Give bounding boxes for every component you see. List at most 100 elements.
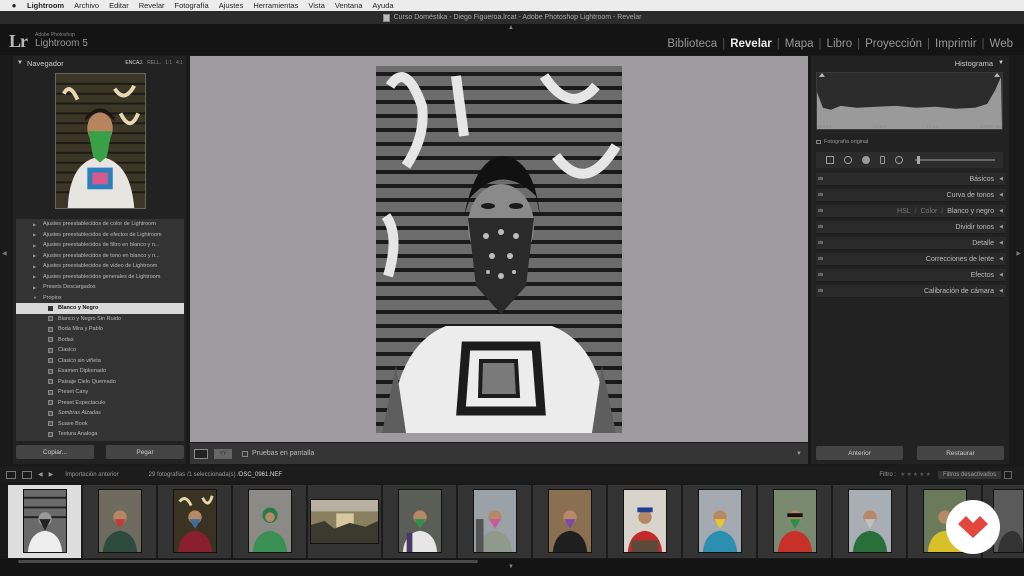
preset-folder[interactable]: ▶ Presets Descargados bbox=[16, 282, 184, 293]
preset-folder[interactable]: ▶ Ajustes preestablecidos de efectos de L… bbox=[16, 230, 184, 241]
thumbnail[interactable] bbox=[398, 489, 442, 553]
toolbar-menu-icon[interactable]: ▼ bbox=[796, 451, 802, 457]
switch-icon[interactable] bbox=[818, 193, 823, 196]
preset-item[interactable]: Clasico sin viñeta bbox=[16, 356, 184, 367]
expand-triangle-icon[interactable]: ▶ bbox=[33, 285, 36, 290]
expand-triangle-icon[interactable]: ▶ bbox=[33, 243, 36, 248]
thumbnail[interactable] bbox=[473, 489, 517, 553]
filmstrip-source[interactable]: Importación anterior bbox=[65, 472, 118, 478]
tab-blanco-y-negro[interactable]: Blanco y negro bbox=[947, 208, 994, 215]
back-arrow-icon[interactable]: ◀ bbox=[38, 471, 43, 478]
tab-color[interactable]: Color bbox=[921, 208, 938, 215]
preset-item[interactable]: Preset Espectaculo bbox=[16, 398, 184, 409]
module-biblioteca[interactable]: Biblioteca bbox=[662, 38, 722, 50]
filmstrip-cell[interactable] bbox=[533, 485, 606, 558]
switch-icon[interactable] bbox=[818, 241, 823, 244]
module-web[interactable]: Web bbox=[985, 38, 1018, 50]
right-panel-toggle-icon[interactable]: ▶ bbox=[1016, 250, 1021, 257]
thumbnail[interactable] bbox=[98, 489, 142, 553]
thumbnail[interactable] bbox=[623, 489, 667, 553]
menu-ayuda[interactable]: Ayuda bbox=[372, 1, 393, 10]
preset-item[interactable]: Examen Diplomado bbox=[16, 366, 184, 377]
switch-icon[interactable] bbox=[818, 273, 823, 276]
preset-folder-open[interactable]: ▼ Propios bbox=[16, 293, 184, 304]
filmstrip-cell[interactable] bbox=[458, 485, 531, 558]
histogram-header[interactable]: Histograma ▼ bbox=[811, 56, 1009, 70]
expand-triangle-icon[interactable]: ▶ bbox=[33, 232, 36, 237]
thumbnail[interactable] bbox=[173, 489, 217, 553]
preset-folder[interactable]: ▶ Ajustes preestablecidos generales de Li… bbox=[16, 272, 184, 283]
section-hsl[interactable]: HSL / Color / Blanco y negro ◀ bbox=[816, 205, 1006, 218]
thumbnail[interactable] bbox=[698, 489, 742, 553]
left-panel-toggle-icon[interactable]: ◀ bbox=[2, 250, 7, 257]
histogram-graph[interactable] bbox=[816, 72, 1003, 130]
navigator-header[interactable]: ▼ Navegador ENCAJ. RELL. 1:1 4:1 bbox=[13, 56, 186, 70]
preset-item[interactable]: Clasico bbox=[16, 345, 184, 356]
red-eye-icon[interactable] bbox=[862, 156, 870, 164]
menu-archivo[interactable]: Archivo bbox=[74, 1, 99, 10]
thumbnail[interactable] bbox=[848, 489, 892, 553]
loupe-view-icon[interactable] bbox=[194, 448, 208, 459]
menu-herramientas[interactable]: Herramientas bbox=[253, 1, 298, 10]
switch-icon[interactable] bbox=[818, 209, 823, 212]
preset-item[interactable]: Suave Book bbox=[16, 419, 184, 430]
expand-triangle-icon[interactable]: ◀ bbox=[999, 192, 1003, 198]
tab-hsl[interactable]: HSL bbox=[897, 208, 911, 215]
preset-item[interactable]: Paisaje Cielo Quemado bbox=[16, 377, 184, 388]
expand-triangle-icon[interactable]: ◀ bbox=[999, 256, 1003, 262]
top-panel-toggle-icon[interactable]: ▲ bbox=[508, 25, 514, 31]
secondary-display-icon[interactable] bbox=[6, 470, 16, 479]
navigator-thumbnail[interactable] bbox=[55, 73, 146, 209]
expand-triangle-icon[interactable]: ◀ bbox=[999, 288, 1003, 294]
menu-ajustes[interactable]: Ajustes bbox=[219, 1, 244, 10]
filmstrip-cell[interactable] bbox=[83, 485, 156, 558]
collapse-triangle-icon[interactable]: ▼ bbox=[998, 60, 1004, 66]
preset-item[interactable]: Preset Cany bbox=[16, 387, 184, 398]
menu-revelar[interactable]: Revelar bbox=[139, 1, 165, 10]
switch-icon[interactable] bbox=[818, 177, 823, 180]
expand-triangle-icon[interactable]: ▶ bbox=[33, 264, 36, 269]
forward-arrow-icon[interactable]: ▶ bbox=[49, 471, 54, 478]
crop-tool-icon[interactable] bbox=[826, 156, 834, 164]
filmstrip-cell[interactable] bbox=[833, 485, 906, 558]
grid-view-icon[interactable] bbox=[22, 470, 32, 479]
filmstrip-cell[interactable] bbox=[383, 485, 456, 558]
expand-triangle-icon[interactable]: ◀ bbox=[999, 240, 1003, 246]
thumbnail[interactable] bbox=[23, 489, 67, 553]
preset-folder[interactable]: ▶ Ajustes preestablecidos de color de Lig… bbox=[16, 219, 184, 230]
expand-triangle-icon[interactable]: ◀ bbox=[999, 176, 1003, 182]
rating-filter-icon[interactable]: ★★★★★ bbox=[900, 471, 932, 478]
menu-vista[interactable]: Vista bbox=[308, 1, 325, 10]
zoom-fill[interactable]: RELL. bbox=[147, 60, 161, 66]
current-filename[interactable]: DSC_0961.NEF bbox=[239, 472, 282, 478]
switch-icon[interactable] bbox=[818, 225, 823, 228]
section-dividir-tonos[interactable]: Dividir tonos ◀ bbox=[816, 221, 1006, 234]
module-libro[interactable]: Libro bbox=[822, 38, 858, 50]
main-photo[interactable] bbox=[376, 66, 622, 433]
filmstrip-cell[interactable] bbox=[683, 485, 756, 558]
filmstrip-cell[interactable] bbox=[158, 485, 231, 558]
preset-folder[interactable]: ▶ Ajustes preestablecidos de filtro en bl… bbox=[16, 240, 184, 251]
thumbnail[interactable] bbox=[310, 499, 379, 544]
filmstrip-cell[interactable] bbox=[308, 485, 381, 558]
menu-fotografia[interactable]: Fotografía bbox=[175, 1, 209, 10]
spot-removal-icon[interactable] bbox=[844, 156, 852, 164]
filter-lock-icon[interactable] bbox=[1004, 470, 1012, 479]
filmstrip-cell[interactable] bbox=[8, 485, 81, 558]
reset-button[interactable]: Restaurar bbox=[917, 446, 1004, 460]
preset-item-selected[interactable]: Blanco y Negro bbox=[16, 303, 184, 314]
filmstrip-scrollbar[interactable] bbox=[18, 560, 478, 563]
before-after-icon[interactable]: YY bbox=[214, 448, 232, 459]
softproof-checkbox[interactable] bbox=[242, 450, 248, 457]
module-proyeccion[interactable]: Proyección bbox=[860, 38, 927, 50]
section-basicos[interactable]: Básicos ◀ bbox=[816, 173, 1006, 186]
menu-editar[interactable]: Editar bbox=[109, 1, 129, 10]
thumbnail[interactable] bbox=[773, 489, 817, 553]
collapse-triangle-icon[interactable]: ▼ bbox=[33, 295, 37, 300]
menu-ventana[interactable]: Ventana bbox=[335, 1, 363, 10]
preset-item[interactable]: Blanco y Negro Sin Ruido bbox=[16, 314, 184, 325]
expand-triangle-icon[interactable]: ▶ bbox=[33, 253, 36, 258]
brush-slider[interactable] bbox=[915, 156, 995, 164]
preset-item[interactable]: Bodas bbox=[16, 335, 184, 346]
switch-icon[interactable] bbox=[818, 257, 823, 260]
